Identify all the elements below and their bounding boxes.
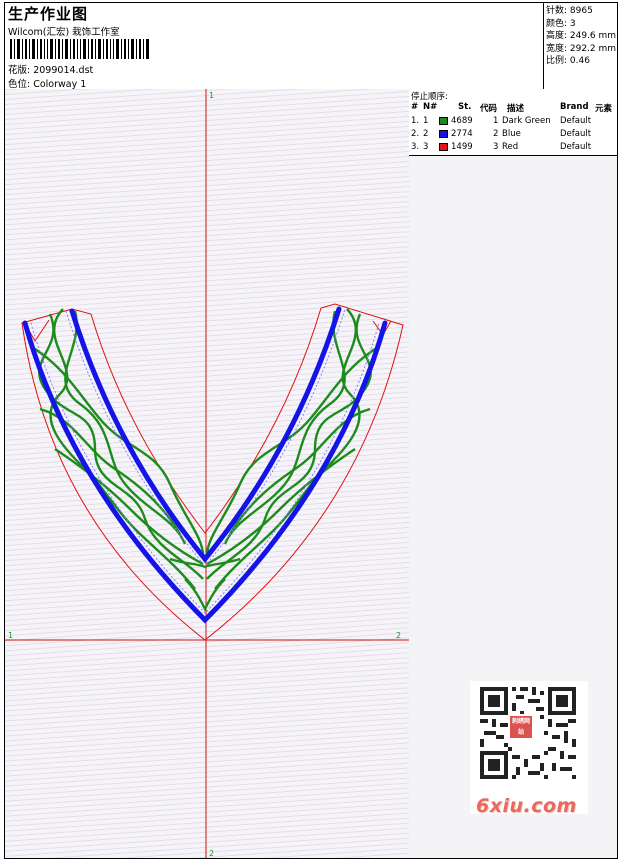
row-n: 2: [423, 129, 429, 139]
stop-row: 2. 2 2774 2 Blue Default: [409, 129, 617, 141]
stop-sequence-header: # N# St. 代码 描述 Brand 元素: [409, 102, 617, 114]
barcode: [10, 39, 149, 59]
row-num: 3.: [411, 142, 420, 152]
color-count: 颜色: 3: [546, 18, 576, 29]
color-swatch: [439, 143, 448, 151]
stop-row: 3. 3 1499 3 Red Default: [409, 142, 617, 154]
col-element: 元素: [595, 104, 613, 114]
row-brand: Default: [560, 129, 592, 139]
row-stitches: 1499: [451, 142, 473, 152]
row-code: 1: [493, 116, 499, 126]
col-n: N#: [423, 102, 438, 112]
col-hash: #: [411, 102, 419, 112]
color-swatch: [439, 117, 448, 125]
row-code: 3: [493, 142, 499, 152]
row-brand: Default: [560, 142, 592, 152]
stitch-count: 针数: 8965: [546, 6, 593, 16]
design-height: 高度: 249.6 mm: [546, 31, 617, 41]
row-num: 2.: [411, 129, 420, 139]
col-desc: 描述: [507, 104, 525, 114]
row-n: 1: [423, 116, 429, 126]
row-desc: Red: [502, 142, 519, 152]
axis-label-left: 1: [8, 631, 13, 640]
row-brand: Default: [560, 116, 592, 126]
col-brand: Brand: [560, 102, 589, 112]
row-stitches: 2774: [451, 129, 473, 139]
sheet-title: 生产作业图: [8, 5, 89, 23]
red-outline: [21, 303, 404, 641]
row-code: 2: [493, 129, 499, 139]
col-stitches: St.: [458, 102, 472, 112]
design-width: 宽度: 292.2 mm: [546, 43, 617, 54]
sheet-header: 生产作业图 Wilcom(汇宏) 栽饰工作室 花版: 2099014.dst 色…: [5, 3, 617, 90]
design-preview: 1 2 1 2: [5, 89, 410, 858]
row-num: 1.: [411, 116, 420, 126]
qr-stamp-logo: 刺绣网站: [508, 714, 534, 740]
colorway-label: 色位: Colorway 1: [8, 79, 87, 90]
stop-sequence-title: 停止顺序:: [411, 92, 448, 102]
row-stitches: 4689: [451, 116, 473, 126]
stop-sequence-panel: 停止顺序: # N# St. 代码 描述 Brand 元素 1. 1 4689 …: [409, 89, 617, 156]
site-watermark: 6xiu.com: [476, 795, 577, 817]
design-stats: 针数: 8965 颜色: 3 高度: 249.6 mm 宽度: 292.2 mm…: [543, 3, 617, 89]
axis-label-right: 2: [396, 631, 401, 640]
row-desc: Dark Green: [502, 116, 551, 126]
axis-label-bottom: 2: [209, 849, 214, 858]
stop-row: 1. 1 4689 1 Dark Green Default: [409, 116, 617, 128]
color-swatch: [439, 130, 448, 138]
row-n: 3: [423, 142, 429, 152]
header-info: 生产作业图 Wilcom(汇宏) 栽饰工作室 花版: 2099014.dst 色…: [5, 3, 543, 90]
software-label: Wilcom(汇宏) 栽饰工作室: [8, 27, 120, 38]
design-scale: 比例: 0.46: [546, 56, 590, 66]
axis-label-top: 1: [209, 91, 214, 100]
design-file-label: 花版: 2099014.dst: [8, 65, 94, 76]
side-panel: 停止顺序: # N# St. 代码 描述 Brand 元素 1. 1 4689 …: [409, 89, 617, 858]
embroidery-preview: 1 2 1 2: [5, 89, 409, 858]
row-desc: Blue: [502, 129, 521, 139]
col-code: 代码: [480, 104, 498, 114]
production-sheet: 生产作业图 Wilcom(汇宏) 栽饰工作室 花版: 2099014.dst 色…: [4, 2, 618, 859]
